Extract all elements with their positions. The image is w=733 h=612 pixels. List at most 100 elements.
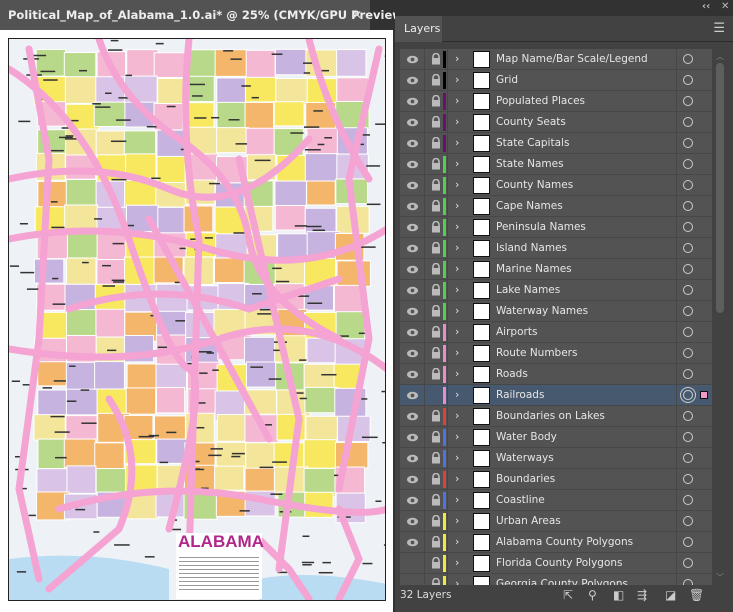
target-circle-icon[interactable]: [683, 75, 693, 85]
lock-icon[interactable]: [431, 409, 441, 422]
layer-row[interactable]: › Roads: [400, 364, 712, 385]
layer-row[interactable]: › Boundaries: [400, 469, 712, 490]
clipping-mask-icon[interactable]: ◧: [613, 588, 624, 602]
lock-icon[interactable]: [431, 493, 441, 506]
layer-name[interactable]: County Seats: [496, 116, 566, 128]
layer-row[interactable]: › Lake Names: [400, 280, 712, 301]
target-circle-icon[interactable]: [683, 411, 693, 421]
lock-icon[interactable]: [431, 157, 441, 170]
layer-row[interactable]: › Coastline: [400, 490, 712, 511]
layer-row[interactable]: › County Seats: [400, 112, 712, 133]
chevron-right-icon[interactable]: ›: [455, 451, 459, 464]
layer-name[interactable]: Waterway Names: [496, 305, 588, 317]
layer-name[interactable]: Island Names: [496, 242, 567, 254]
layer-name[interactable]: Map Name/Bar Scale/Legend: [496, 53, 648, 65]
layer-row[interactable]: › Georgia County Polygons: [400, 574, 712, 585]
layer-name[interactable]: Urban Areas: [496, 515, 561, 527]
lock-icon[interactable]: [431, 430, 441, 443]
scrollbar[interactable]: ︿ ﹀: [714, 49, 726, 585]
target-circle-icon[interactable]: [683, 579, 693, 585]
tab-layers[interactable]: Layers: [395, 16, 442, 42]
eye-icon[interactable]: [406, 221, 419, 234]
target-circle-icon[interactable]: [683, 558, 693, 568]
target-circle-icon[interactable]: [683, 327, 693, 337]
eye-icon[interactable]: [406, 494, 419, 507]
layer-row[interactable]: › County Names: [400, 175, 712, 196]
layer-name[interactable]: Marine Names: [496, 263, 572, 275]
chevron-right-icon[interactable]: ›: [455, 178, 459, 191]
chevron-right-icon[interactable]: ›: [455, 52, 459, 65]
layer-row[interactable]: › Water Body: [400, 427, 712, 448]
chevron-right-icon[interactable]: ›: [455, 325, 459, 338]
layer-name[interactable]: Waterways: [496, 452, 554, 464]
layer-row[interactable]: › Waterway Names: [400, 301, 712, 322]
layer-name[interactable]: Populated Places: [496, 95, 585, 107]
lock-icon[interactable]: [431, 556, 441, 569]
layer-name[interactable]: Coastline: [496, 494, 545, 506]
chevron-right-icon[interactable]: ›: [455, 430, 459, 443]
layer-row[interactable]: › Map Name/Bar Scale/Legend: [400, 49, 712, 70]
chevron-right-icon[interactable]: ›: [455, 283, 459, 296]
lock-icon[interactable]: [431, 199, 441, 212]
close-icon[interactable]: ✕: [352, 0, 362, 30]
eye-icon[interactable]: [406, 347, 419, 360]
layer-name[interactable]: Peninsula Names: [496, 221, 586, 233]
document-tab[interactable]: Political_Map_of_Alabama_1.0.ai* @ 25% (…: [0, 0, 408, 30]
export-icon[interactable]: ⇱: [563, 588, 573, 602]
layer-name[interactable]: State Capitals: [496, 137, 569, 149]
chevron-right-icon[interactable]: ›: [455, 115, 459, 128]
scrollbar-thumb[interactable]: [716, 63, 724, 313]
layer-name[interactable]: Airports: [496, 326, 537, 338]
chevron-right-icon[interactable]: ›: [455, 367, 459, 380]
locate-object-icon[interactable]: ⚲: [588, 588, 597, 602]
lock-icon[interactable]: [431, 367, 441, 380]
lock-icon[interactable]: [431, 136, 441, 149]
eye-icon[interactable]: [406, 473, 419, 486]
lock-icon[interactable]: [431, 577, 441, 585]
layer-name[interactable]: Lake Names: [496, 284, 560, 296]
layer-row[interactable]: › Route Numbers: [400, 343, 712, 364]
layer-name[interactable]: Alabama County Polygons: [496, 536, 633, 548]
lock-icon[interactable]: [431, 325, 441, 338]
chevron-right-icon[interactable]: ›: [455, 199, 459, 212]
layer-name[interactable]: Railroads: [496, 389, 544, 401]
lock-icon[interactable]: [431, 346, 441, 359]
chevron-right-icon[interactable]: ›: [455, 241, 459, 254]
chevron-right-icon[interactable]: ›: [455, 73, 459, 86]
lock-icon[interactable]: [431, 94, 441, 107]
artboard-canvas[interactable]: ALABAMA: [0, 30, 393, 612]
eye-icon[interactable]: [406, 263, 419, 276]
layer-name[interactable]: Water Body: [496, 431, 557, 443]
layer-row[interactable]: › Island Names: [400, 238, 712, 259]
target-circle-icon[interactable]: [683, 432, 693, 442]
layer-row[interactable]: › Populated Places: [400, 91, 712, 112]
layer-name[interactable]: Boundaries: [496, 473, 555, 485]
target-circle-icon[interactable]: [683, 243, 693, 253]
layer-row[interactable]: › Railroads: [400, 385, 712, 406]
target-circle-icon[interactable]: [683, 201, 693, 211]
layer-name[interactable]: Boundaries on Lakes: [496, 410, 605, 422]
hamburger-menu-icon[interactable]: ☰: [713, 21, 725, 36]
lock-icon[interactable]: [431, 535, 441, 548]
eye-icon[interactable]: [406, 305, 419, 318]
eye-icon[interactable]: [406, 95, 419, 108]
eye-icon[interactable]: [406, 536, 419, 549]
target-circle-icon[interactable]: [683, 390, 693, 400]
lock-icon[interactable]: [431, 52, 441, 65]
close-icon[interactable]: ✕: [721, 1, 729, 12]
lock-icon[interactable]: [431, 115, 441, 128]
chevron-right-icon[interactable]: ›: [455, 94, 459, 107]
target-circle-icon[interactable]: [683, 453, 693, 463]
layer-row[interactable]: › Waterways: [400, 448, 712, 469]
eye-icon[interactable]: [406, 389, 419, 402]
chevron-right-icon[interactable]: ›: [455, 262, 459, 275]
target-circle-icon[interactable]: [683, 264, 693, 274]
lock-icon[interactable]: [431, 472, 441, 485]
lock-icon[interactable]: [431, 304, 441, 317]
layer-name[interactable]: Georgia County Polygons: [496, 578, 628, 585]
layer-row[interactable]: › Cape Names: [400, 196, 712, 217]
target-circle-icon[interactable]: [683, 369, 693, 379]
chevron-right-icon[interactable]: ›: [455, 535, 459, 548]
selection-square-icon[interactable]: [700, 391, 708, 399]
eye-icon[interactable]: [406, 137, 419, 150]
